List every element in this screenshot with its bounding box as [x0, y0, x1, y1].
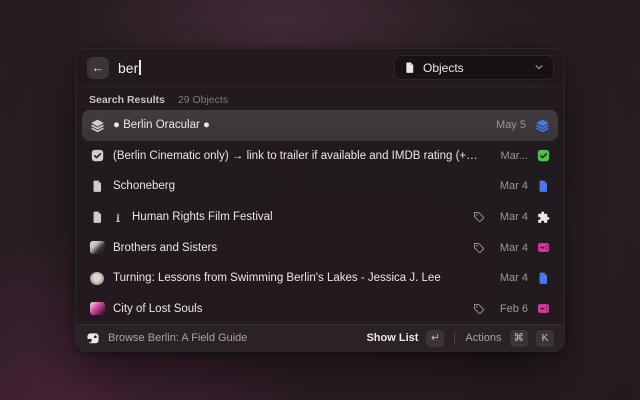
result-date: Mar 4	[494, 180, 528, 192]
actions-label[interactable]: Actions	[465, 332, 501, 344]
tag-icon	[473, 211, 485, 223]
result-date: Mar...	[494, 150, 528, 162]
page-icon	[537, 271, 550, 285]
results-title: Search Results	[89, 94, 165, 106]
checkbox-icon	[89, 149, 105, 162]
results-count: 29 Objects	[178, 94, 228, 106]
result-date: Mar 4	[494, 272, 528, 284]
card-icon	[537, 241, 550, 254]
result-row[interactable]: Turning: Lessons from Swimming Berlin's …	[82, 263, 558, 294]
result-date: May 5	[492, 119, 526, 131]
result-title: ● Berlin Oracular ●	[113, 119, 210, 131]
browse-box-icon	[86, 331, 100, 345]
enter-keycap[interactable]: ↵	[426, 330, 444, 347]
show-list-label[interactable]: Show List	[366, 332, 418, 344]
page-icon	[404, 61, 416, 74]
card-icon	[537, 302, 550, 315]
page-icon	[89, 179, 105, 193]
result-row[interactable]: ● Berlin Oracular ● May 5	[82, 110, 558, 141]
puzzle-icon	[537, 211, 550, 224]
back-button[interactable]: ←	[87, 57, 109, 79]
desktop-background: ← ber Objects Search Results 29 Objects	[0, 0, 640, 400]
k-keycap[interactable]: K	[536, 330, 554, 347]
result-title: Schoneberg	[113, 180, 175, 192]
page-icon	[537, 179, 550, 193]
results-list: ● Berlin Oracular ● May 5 (Berlin Cinema…	[76, 110, 564, 324]
result-date: Feb 6	[494, 303, 528, 315]
result-row[interactable]: Brothers and Sisters Mar 4	[82, 232, 558, 263]
chevron-down-icon	[534, 59, 544, 77]
tag-icon	[473, 242, 485, 254]
layers-icon	[89, 118, 105, 133]
results-header: Search Results 29 Objects	[76, 87, 564, 110]
check-green-icon	[537, 149, 550, 162]
objects-filter-dropdown[interactable]: Objects	[394, 55, 554, 80]
search-header: ← ber Objects	[76, 49, 564, 87]
search-dialog: ← ber Objects Search Results 29 Objects	[75, 48, 565, 352]
text-caret	[139, 60, 141, 75]
result-title: Brothers and Sisters	[113, 242, 217, 254]
footer-divider	[454, 332, 455, 344]
footer-bar: Browse Berlin: A Field Guide Show List ↵…	[76, 324, 564, 351]
thumbnail	[89, 272, 105, 285]
result-title: City of Lost Souls	[113, 303, 202, 315]
result-title: (Berlin Cinematic only) → link to traile…	[113, 150, 478, 162]
search-input[interactable]: ber	[118, 60, 141, 76]
result-title: Human Rights Film Festival	[132, 211, 273, 223]
tag-icon	[473, 303, 485, 315]
thumbnail	[89, 241, 105, 254]
result-date: Mar 4	[494, 242, 528, 254]
context-label: Browse Berlin: A Field Guide	[108, 332, 247, 344]
result-row[interactable]: Schoneberg Mar 4	[82, 171, 558, 202]
page-icon	[89, 210, 105, 224]
result-row[interactable]: (Berlin Cinematic only) → link to traile…	[82, 141, 558, 172]
statue-of-liberty-icon	[113, 212, 123, 223]
search-query-text: ber	[118, 60, 138, 76]
filter-selected-value: Objects	[423, 61, 527, 75]
back-arrow-icon: ←	[92, 60, 105, 75]
result-date: Mar 4	[494, 211, 528, 223]
cmd-keycap[interactable]: ⌘	[510, 330, 529, 347]
result-row[interactable]: City of Lost Souls Feb 6	[82, 293, 558, 324]
result-title: Turning: Lessons from Swimming Berlin's …	[113, 272, 441, 284]
thumbnail	[89, 302, 105, 315]
layers-icon	[535, 118, 550, 133]
result-row[interactable]: Human Rights Film Festival Mar 4	[82, 202, 558, 233]
